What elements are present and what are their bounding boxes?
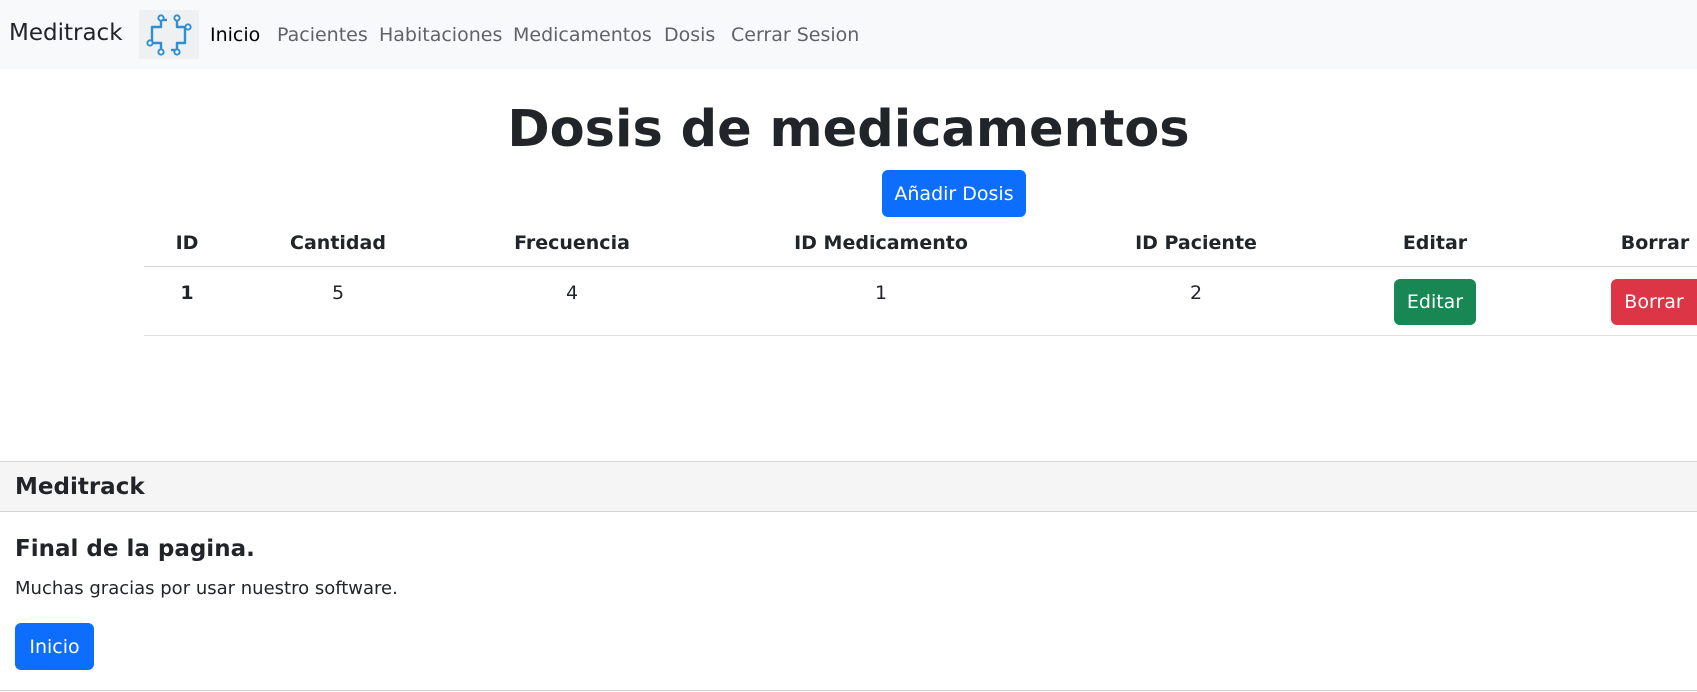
footer-title: Final de la pagina. (15, 536, 255, 562)
cell-id-paciente: 2 (1189, 282, 1203, 304)
column-header-id-paciente: ID Paciente (1135, 232, 1257, 254)
page-title: Dosis de medicamentos (507, 100, 1190, 159)
cell-id-medicamento: 1 (874, 282, 888, 304)
footer-header: Meditrack (0, 461, 1697, 512)
footer-text: Muchas gracias por usar nuestro software… (15, 578, 398, 599)
footer-bottom-divider (0, 690, 1697, 691)
nav-link-inicio[interactable]: Inicio (210, 24, 260, 46)
nav-link-dosis[interactable]: Dosis (664, 24, 715, 46)
cell-frecuencia: 4 (565, 282, 579, 304)
column-header-borrar: Borrar (1620, 232, 1690, 254)
cell-id: 1 (180, 282, 194, 304)
cell-cantidad: 5 (331, 282, 345, 304)
top-navbar: Meditrack Inicio Pacientes Habitaciones … (0, 0, 1697, 69)
navbar-brand[interactable]: Meditrack (9, 20, 123, 46)
nav-link-cerrar-sesion[interactable]: Cerrar Sesion (731, 24, 859, 46)
column-header-id: ID (175, 232, 199, 254)
column-header-id-medicamento: ID Medicamento (794, 232, 968, 254)
nav-link-medicamentos[interactable]: Medicamentos (513, 24, 652, 46)
column-header-editar: Editar (1402, 232, 1468, 254)
column-header-cantidad: Cantidad (290, 232, 386, 254)
column-header-frecuencia: Frecuencia (514, 232, 630, 254)
delete-button[interactable]: Borrar (1611, 279, 1697, 325)
circuit-logo-icon (139, 10, 199, 59)
add-dose-button[interactable]: Añadir Dosis (882, 170, 1026, 217)
footer-brand: Meditrack (15, 474, 145, 500)
footer-home-button[interactable]: Inicio (15, 623, 94, 670)
nav-link-habitaciones[interactable]: Habitaciones (379, 24, 502, 46)
table-header-divider (144, 266, 1697, 267)
nav-link-pacientes[interactable]: Pacientes (277, 24, 368, 46)
edit-button[interactable]: Editar (1394, 279, 1476, 325)
table-row-divider (144, 335, 1697, 336)
